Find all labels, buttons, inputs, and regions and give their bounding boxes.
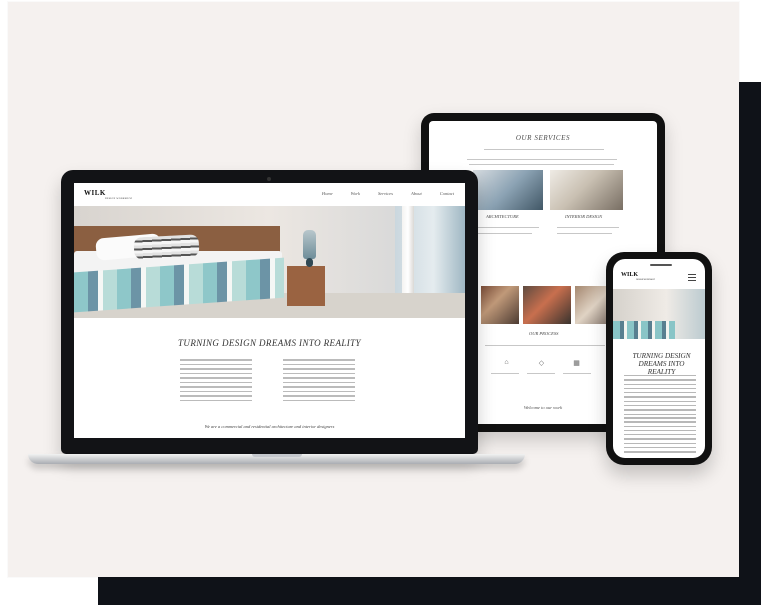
- phone-paragraph: [624, 417, 696, 456]
- site-logo[interactable]: WILK: [84, 189, 106, 197]
- laptop-notch: [252, 454, 302, 457]
- tablet-interior-label: INTERIOR DESIGN: [565, 214, 603, 219]
- tablet-process-line: [527, 373, 555, 374]
- nav-contact-link[interactable]: Contact: [440, 191, 454, 196]
- bedroom-hero-image: [74, 206, 465, 318]
- table-lamp: [303, 230, 316, 259]
- phone-headline: TURNING DESIGN DREAMS INTO REALITY: [632, 352, 691, 376]
- tablet-process-icon: ◇: [538, 360, 545, 367]
- laptop-base: [28, 454, 525, 464]
- tablet-process-line: [491, 373, 519, 374]
- tablet-process-line: [563, 373, 591, 374]
- phone-hero-image: [613, 289, 705, 339]
- site-logo-subtitle: DESIGN WORKSHOP: [105, 197, 133, 200]
- nav-about-link[interactable]: About: [411, 191, 422, 196]
- nav-home-link[interactable]: Home: [322, 191, 333, 196]
- tablet-gallery-photo: [523, 286, 571, 324]
- phone-paragraph: [624, 375, 696, 422]
- tablet-process-icon: ⌂: [504, 359, 509, 366]
- tablet-text-line: [469, 164, 614, 165]
- phone-logo-subtitle: DESIGN WORKSHOP: [636, 279, 656, 281]
- device-mockup-scene: OUR SERVICES ARCHITECTURE INTERIOR DESIG…: [0, 0, 761, 605]
- laptop-screen: WILK DESIGN WORKSHOP Home Work Services …: [74, 183, 465, 438]
- laptop-device: WILK DESIGN WORKSHOP Home Work Services …: [61, 170, 478, 454]
- phone-device: WILK DESIGN WORKSHOP TURNING DESIGN DREA…: [606, 252, 712, 465]
- site-nav-links: Home Work Services About Contact: [322, 191, 454, 196]
- tablet-services-title: OUR SERVICES: [515, 134, 571, 142]
- tablet-process-label: OUR PROCESS: [529, 331, 559, 336]
- nav-work-link[interactable]: Work: [351, 191, 360, 196]
- lamp-base: [306, 258, 313, 267]
- tablet-column-line: [477, 227, 539, 228]
- phone-site-logo[interactable]: WILK: [621, 272, 638, 278]
- tablet-interior-image: [550, 170, 623, 210]
- site-headline: TURNING DESIGN DREAMS INTO REALITY: [178, 338, 361, 348]
- intro-paragraph-right: [283, 359, 355, 404]
- tablet-column-line: [477, 233, 532, 234]
- nightstand: [287, 266, 325, 306]
- tablet-process-icon: ▦: [573, 360, 580, 367]
- tablet-text-line: [467, 159, 617, 160]
- hamburger-menu-icon[interactable]: [688, 274, 696, 281]
- phone-screen: WILK DESIGN WORKSHOP TURNING DESIGN DREA…: [613, 259, 705, 458]
- camera-icon: [267, 177, 271, 181]
- nav-services-link[interactable]: Services: [378, 191, 393, 196]
- tablet-column-line: [557, 227, 619, 228]
- intro-paragraph-left: [180, 359, 252, 404]
- tablet-subtitle-line: [484, 149, 604, 150]
- tablet-process-line: [485, 345, 605, 346]
- tablet-architecture-image: [473, 170, 543, 210]
- website-navbar: WILK DESIGN WORKSHOP Home Work Services …: [74, 183, 465, 206]
- tablet-column-line: [557, 233, 612, 234]
- tablet-gallery-photo: [481, 286, 519, 324]
- phone-speaker: [650, 264, 672, 266]
- site-footer-text: We are a commercial and residential arch…: [204, 424, 335, 429]
- striped-pillow: [133, 234, 200, 260]
- phone-bed-blanket: [613, 321, 675, 339]
- tablet-architecture-label: ARCHITECTURE: [486, 214, 519, 219]
